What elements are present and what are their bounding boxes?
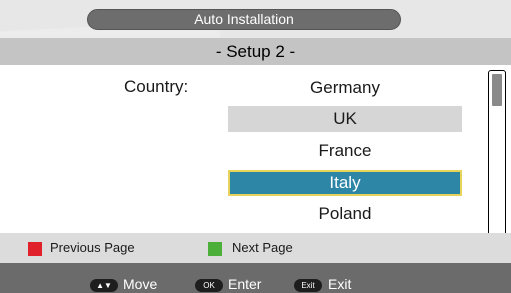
exit-label: Exit xyxy=(328,276,352,292)
move-key-icon: ▲▼ xyxy=(90,279,118,292)
exit-key-icon: Exit xyxy=(294,279,322,292)
next-page-label[interactable]: Next Page xyxy=(232,240,293,255)
move-label: Move xyxy=(123,276,158,292)
country-item-poland[interactable]: Poland xyxy=(228,201,462,227)
ok-key-icon: OK xyxy=(195,279,223,292)
country-label: Country: xyxy=(124,77,189,96)
scrollbar[interactable] xyxy=(488,70,506,236)
page-subtitle: - Setup 2 - xyxy=(0,38,511,65)
country-item-france[interactable]: France xyxy=(228,138,462,164)
enter-label: Enter xyxy=(228,276,262,292)
scrollbar-thumb[interactable] xyxy=(492,74,502,106)
country-item-uk[interactable]: UK xyxy=(228,106,462,132)
country-item-italy[interactable]: Italy xyxy=(228,170,462,196)
country-item-germany[interactable]: Germany xyxy=(228,75,462,101)
red-key-icon xyxy=(28,242,42,256)
window-title: Auto Installation xyxy=(87,9,401,30)
previous-page-label[interactable]: Previous Page xyxy=(50,240,135,255)
green-key-icon xyxy=(208,242,222,256)
